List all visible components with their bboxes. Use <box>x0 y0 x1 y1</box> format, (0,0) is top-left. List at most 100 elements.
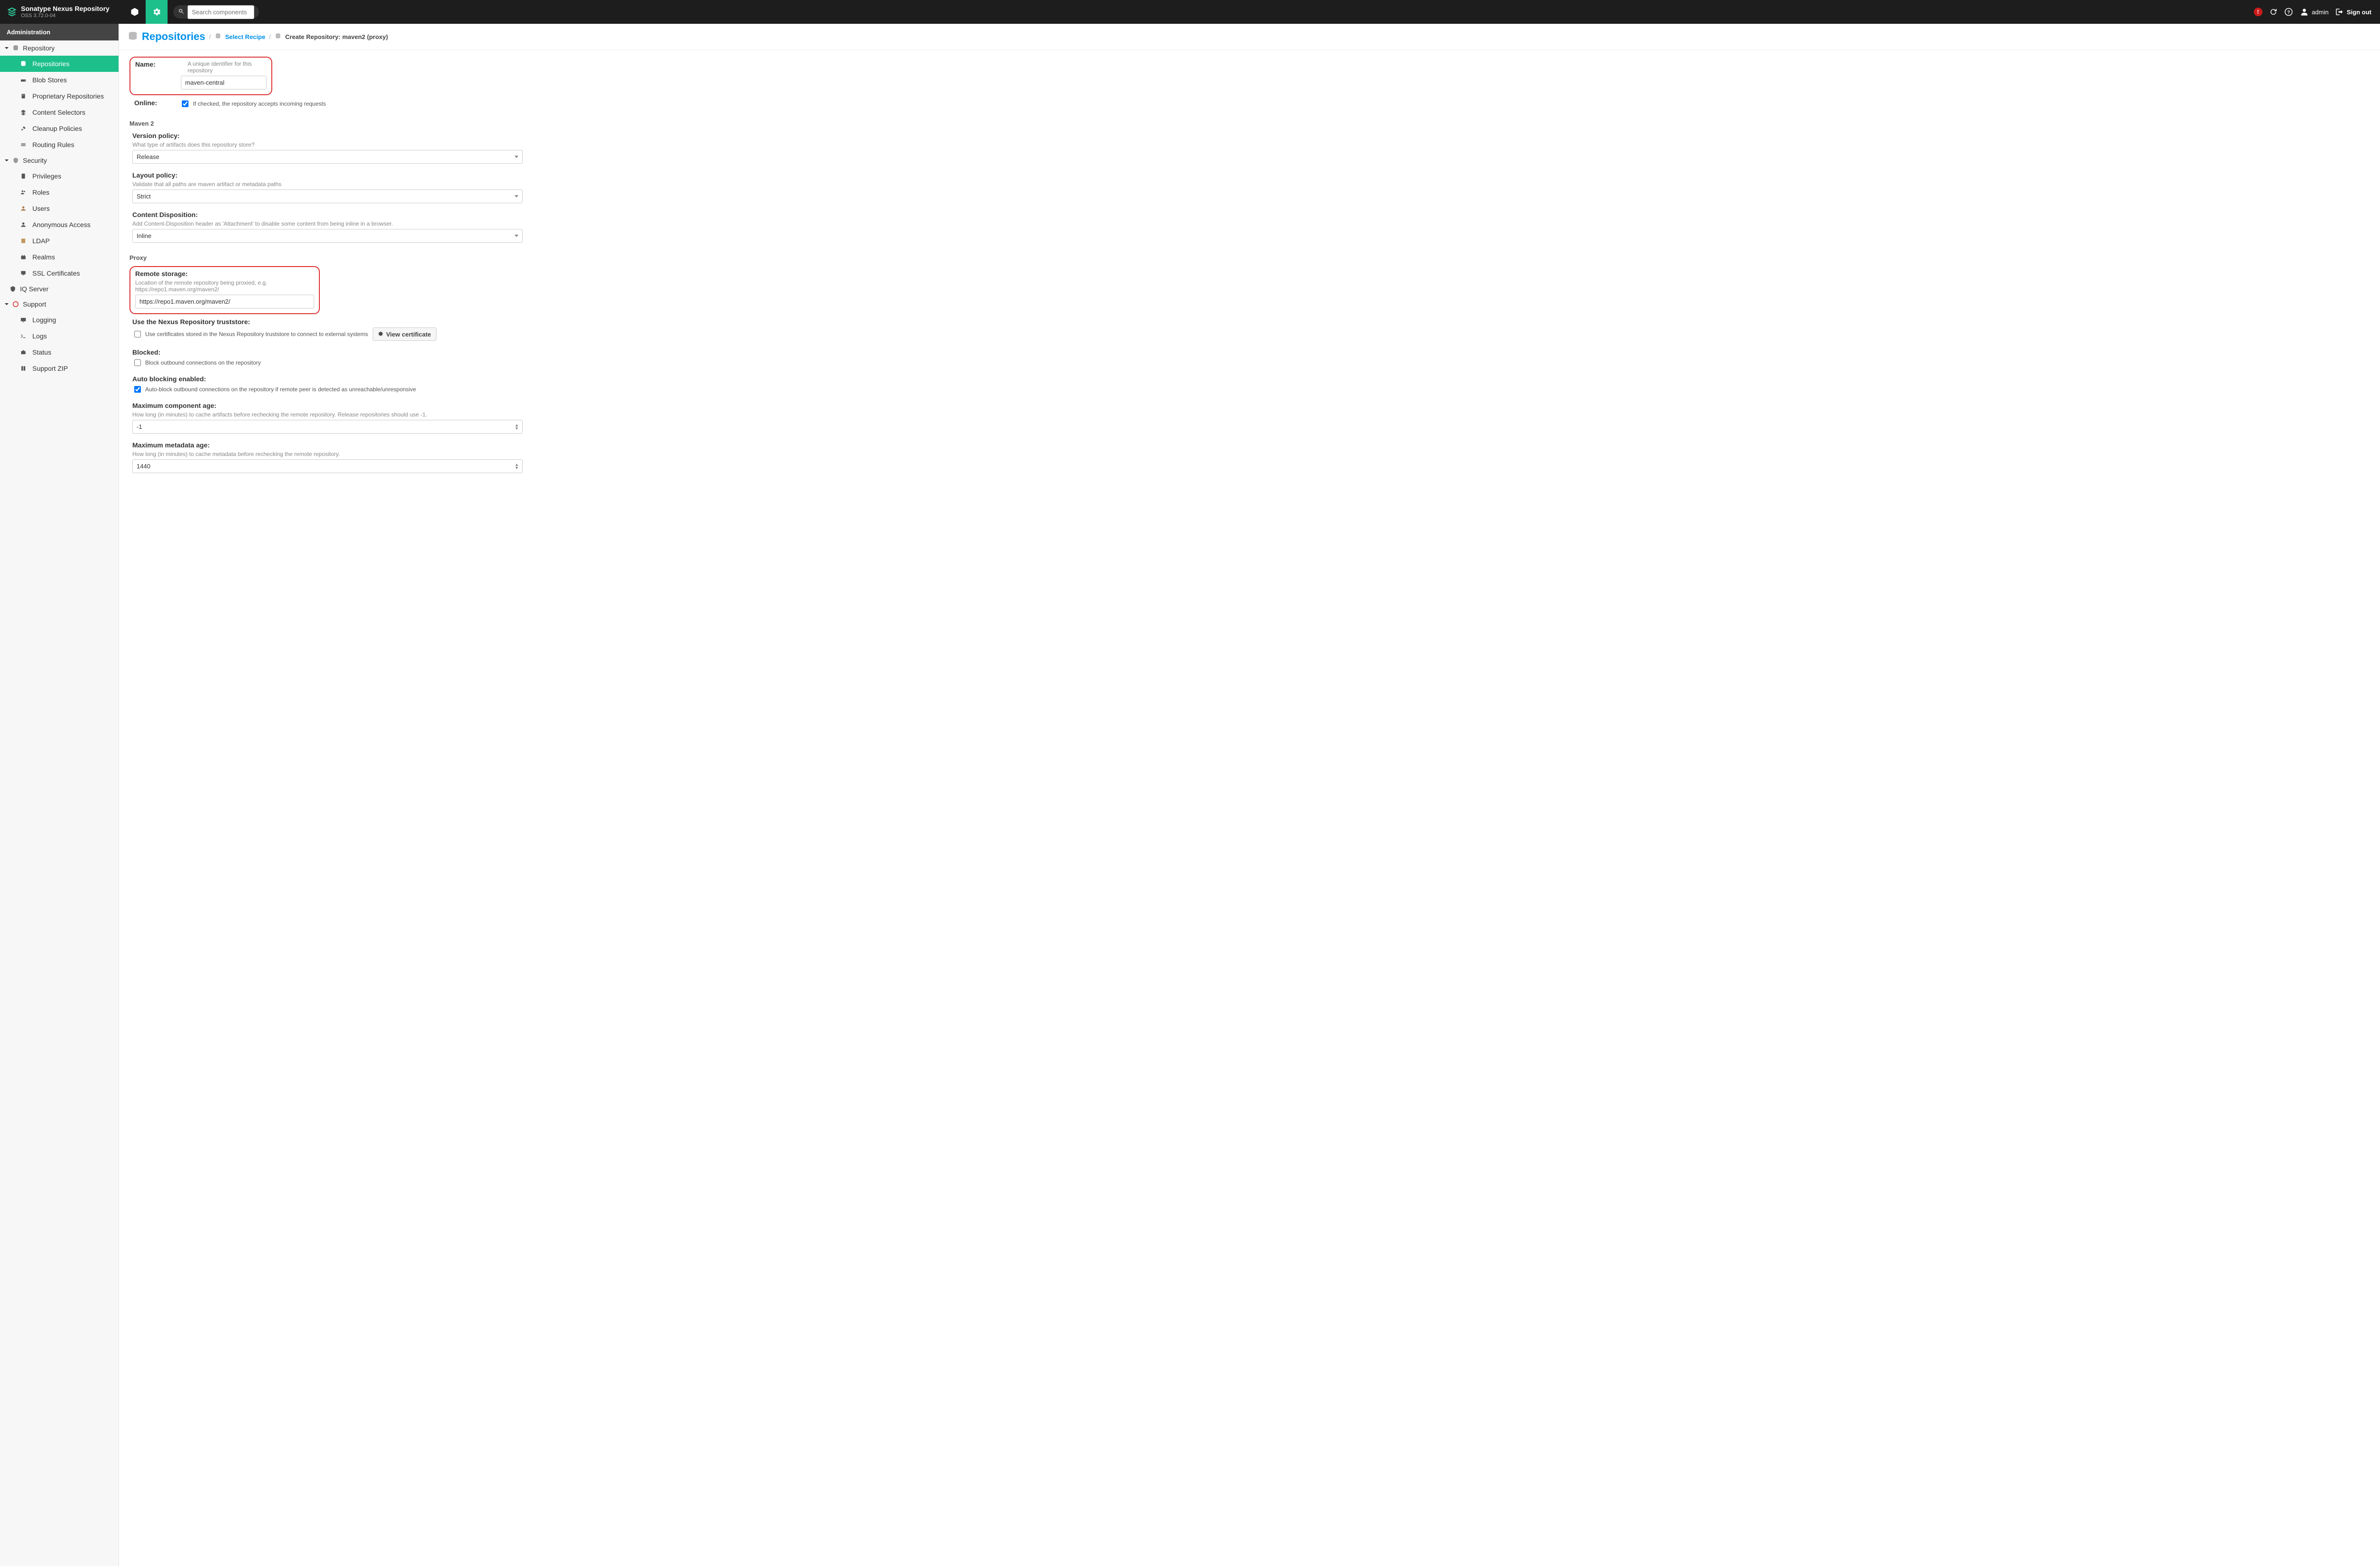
sidebar-item-status[interactable]: Status <box>0 344 119 360</box>
help-button[interactable]: ? <box>2284 8 2293 16</box>
admin-mode-button[interactable] <box>146 0 168 24</box>
breadcrumb-title[interactable]: Repositories <box>142 30 205 43</box>
sidebar-item-logging[interactable]: Logging <box>0 312 119 328</box>
sidebar-item-label: Users <box>32 205 50 212</box>
sidebar-item-label: Logs <box>32 332 47 340</box>
spinner-icon[interactable]: ▲▼ <box>515 463 519 470</box>
sidebar-item-cleanup[interactable]: Cleanup Policies <box>0 120 119 137</box>
sidebar-item-ldap[interactable]: LDAP <box>0 233 119 249</box>
sidebar-group-security[interactable]: Security <box>0 153 119 168</box>
sidebar-item-label: Routing Rules <box>32 141 74 149</box>
brand-subtitle: OSS 3.72.0-04 <box>21 13 109 19</box>
chevron-down-icon <box>5 47 9 49</box>
sidebar-title: Administration <box>0 24 119 40</box>
user-name: admin <box>2312 9 2329 16</box>
sidebar-item-users[interactable]: Users <box>0 200 119 217</box>
signout-label: Sign out <box>2347 9 2371 16</box>
castle-icon <box>19 254 28 260</box>
content-disp-hint: Add Content-Disposition header as 'Attac… <box>132 220 642 227</box>
view-certificate-button[interactable]: ✸ View certificate <box>373 327 436 341</box>
layers-icon <box>19 109 28 116</box>
breadcrumb-select-recipe[interactable]: Select Recipe <box>225 33 266 40</box>
sidebar-item-logs[interactable]: Logs <box>0 328 119 344</box>
blocked-checkbox-wrap[interactable]: Block outbound connections on the reposi… <box>132 358 642 367</box>
sidebar-item-support-zip[interactable]: Support ZIP <box>0 360 119 377</box>
online-label: Online: <box>134 99 157 107</box>
remote-storage-label: Remote storage: <box>135 270 314 278</box>
alert-icon: ! <box>2254 8 2262 16</box>
brand: Sonatype Nexus Repository OSS 3.72.0-04 <box>0 0 124 24</box>
sidebar-item-label: Anonymous Access <box>32 221 90 228</box>
brand-title: Sonatype Nexus Repository <box>21 5 109 12</box>
briefcase-icon <box>19 349 28 356</box>
id-badge-icon <box>19 173 28 179</box>
section-proxy: Proxy <box>129 254 642 261</box>
name-input[interactable] <box>181 76 267 89</box>
auto-blocking-checkbox-wrap[interactable]: Auto-block outbound connections on the r… <box>132 385 642 394</box>
chevron-down-icon <box>5 303 9 305</box>
sidebar-item-ssl[interactable]: SSL Certificates <box>0 265 119 281</box>
nexus-logo-icon <box>7 7 17 17</box>
database-icon <box>11 45 20 51</box>
sidebar-group-support[interactable]: Support <box>0 297 119 312</box>
broom-icon <box>19 125 28 132</box>
signout-button[interactable]: Sign out <box>2335 8 2371 16</box>
sidebar-item-repositories[interactable]: Repositories <box>0 56 119 72</box>
spinner-icon[interactable]: ▲▼ <box>515 424 519 430</box>
shield-icon <box>9 286 17 292</box>
sidebar-item-blob-stores[interactable]: Blob Stores <box>0 72 119 88</box>
online-checkbox-wrap[interactable]: If checked, the repository accepts incom… <box>180 99 326 109</box>
truststore-label: Use the Nexus Repository truststore: <box>132 318 642 326</box>
sidebar-item-roles[interactable]: Roles <box>0 184 119 200</box>
version-policy-select[interactable]: Release <box>132 150 523 164</box>
online-hint: If checked, the repository accepts incom… <box>193 100 326 107</box>
sidebar-item-anonymous[interactable]: Anonymous Access <box>0 217 119 233</box>
sidebar-item-routing[interactable]: Routing Rules <box>0 137 119 153</box>
max-comp-age-input[interactable] <box>132 420 523 434</box>
route-icon <box>19 141 28 148</box>
sidebar-item-label: Logging <box>32 316 56 324</box>
chevron-down-icon <box>515 156 518 158</box>
sidebar-item-privileges[interactable]: Privileges <box>0 168 119 184</box>
breadcrumb-current: Create Repository: maven2 (proxy) <box>285 33 388 40</box>
chevron-down-icon <box>515 195 518 198</box>
sidebar-item-label: Roles <box>32 188 50 196</box>
refresh-button[interactable] <box>2269 8 2278 16</box>
search-input[interactable] <box>188 5 254 19</box>
layout-policy-label: Layout policy: <box>132 171 642 179</box>
name-hint: A unique identifier for this repository <box>188 60 267 74</box>
browse-mode-button[interactable] <box>124 0 146 24</box>
online-checkbox[interactable] <box>182 100 188 107</box>
blocked-checkbox[interactable] <box>134 359 141 366</box>
user-menu[interactable]: admin <box>2300 7 2329 17</box>
search-box[interactable] <box>173 5 259 19</box>
sidebar-item-content-selectors[interactable]: Content Selectors <box>0 104 119 120</box>
sidebar: Administration Repository Repositories B… <box>0 24 119 1566</box>
alerts-button[interactable]: ! <box>2254 8 2262 16</box>
sidebar-group-iq[interactable]: IQ Server <box>0 281 119 297</box>
truststore-checkbox[interactable] <box>134 331 141 337</box>
auto-blocking-checkbox[interactable] <box>134 386 141 393</box>
remote-storage-input[interactable] <box>135 295 314 308</box>
signout-icon <box>2335 8 2344 16</box>
topbar-right: ! ? admin Sign out <box>2254 0 2380 24</box>
sidebar-group-repository[interactable]: Repository <box>0 40 119 56</box>
version-policy-hint: What type of artifacts does this reposit… <box>132 141 642 148</box>
search-icon <box>178 8 185 16</box>
sidebar-item-proprietary[interactable]: Proprietary Repositories <box>0 88 119 104</box>
user-icon <box>2300 7 2309 17</box>
max-meta-age-hint: How long (in minutes) to cache metadata … <box>132 451 642 457</box>
terminal-icon <box>19 333 28 339</box>
database-icon <box>19 60 28 67</box>
content-disp-select[interactable]: Inline <box>132 229 523 243</box>
repo-form: Name: A unique identifier for this repos… <box>119 50 652 500</box>
truststore-checkbox-wrap[interactable]: Use certificates stored in the Nexus Rep… <box>132 329 368 339</box>
screen-icon <box>19 317 28 323</box>
sidebar-item-label: Content Selectors <box>32 109 85 116</box>
sidebar-item-label: SSL Certificates <box>32 269 80 277</box>
name-callout: Name: A unique identifier for this repos… <box>129 57 272 95</box>
breadcrumb-separator: / <box>209 33 211 40</box>
layout-policy-select[interactable]: Strict <box>132 189 523 203</box>
max-meta-age-input[interactable] <box>132 459 523 473</box>
sidebar-item-realms[interactable]: Realms <box>0 249 119 265</box>
